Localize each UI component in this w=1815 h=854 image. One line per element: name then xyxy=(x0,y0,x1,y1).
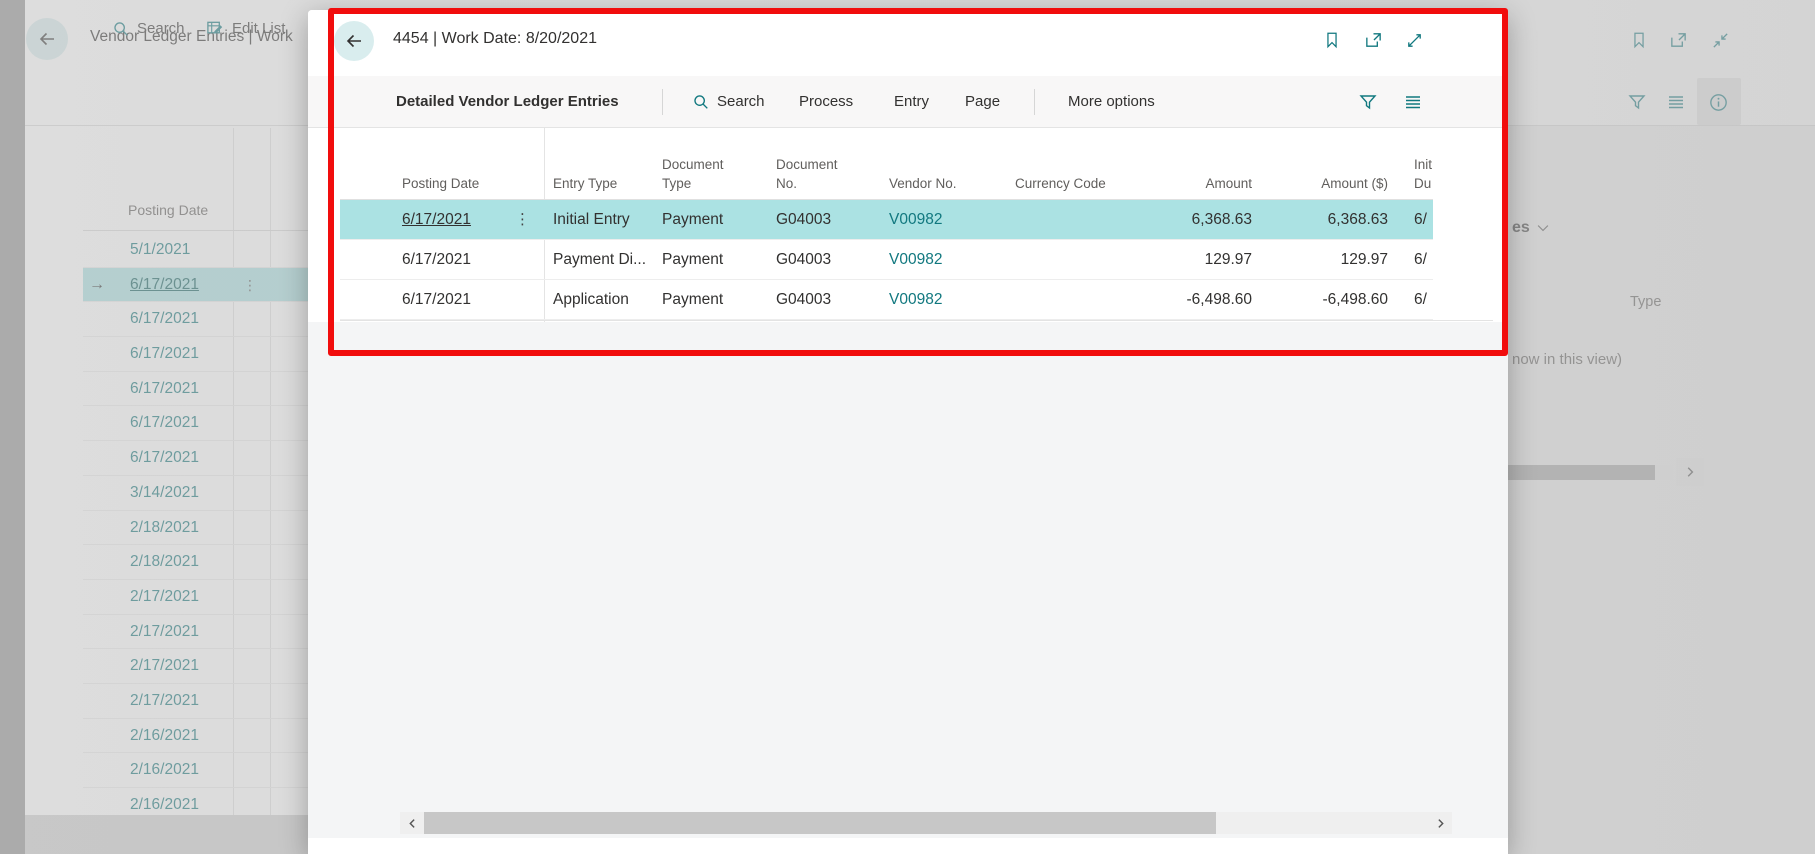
table-row[interactable]: 6/17/2021 Application Payment G04003 V00982 -… xyxy=(308,280,1508,320)
cell-amount: 6,368.63 xyxy=(1191,211,1252,228)
scroll-left-button[interactable] xyxy=(400,812,424,834)
column-header-init-due[interactable]: Init Du xyxy=(1414,128,1441,200)
dialog-empty-area xyxy=(308,322,1508,838)
cell-entry-type: Application xyxy=(553,291,629,308)
open-in-new-window-icon[interactable] xyxy=(1356,23,1390,57)
column-header-vendor-no[interactable]: Vendor No. xyxy=(889,128,999,200)
filter-icon[interactable] xyxy=(1357,91,1379,113)
cell-amount-usd: 129.97 xyxy=(1340,251,1388,268)
cell-vendor-no[interactable]: V00982 xyxy=(889,240,999,280)
divider xyxy=(1034,89,1035,115)
divider xyxy=(662,89,663,115)
table-bottom-border xyxy=(340,320,1493,321)
search-menu[interactable]: Search xyxy=(692,76,765,127)
switch-view-icon[interactable] xyxy=(1402,91,1424,113)
column-header-document-type[interactable]: Document Type xyxy=(662,128,770,200)
column-header-document-no[interactable]: Document No. xyxy=(776,128,884,200)
cell-document-no: G04003 xyxy=(776,251,832,268)
dialog-action-bar: Detailed Vendor Ledger Entries Search Pr… xyxy=(308,76,1508,128)
column-header-amount[interactable]: Amount xyxy=(1122,128,1252,200)
cell-posting-date[interactable]: 6/17/2021 xyxy=(402,280,542,320)
search-icon xyxy=(694,94,708,109)
dialog-caption: Detailed Vendor Ledger Entries xyxy=(396,93,619,110)
cell-entry-type: Initial Entry xyxy=(553,211,630,228)
cell-document-type: Payment xyxy=(662,251,724,268)
chevron-right-icon xyxy=(1437,818,1444,828)
cell-init-due: 6/ xyxy=(1414,211,1427,228)
cell-amount-usd: -6,498.60 xyxy=(1322,291,1389,308)
cell-posting-date[interactable]: 6/17/2021 xyxy=(402,240,542,280)
scroll-right-button[interactable] xyxy=(1428,812,1452,834)
row-ellipsis-icon[interactable]: ⋮ xyxy=(514,200,532,240)
cell-vendor-no[interactable]: V00982 xyxy=(889,200,999,240)
dialog-back-button[interactable] xyxy=(334,21,374,61)
entry-menu[interactable]: Entry xyxy=(894,76,929,127)
cell-entry-type: Payment Di... xyxy=(553,251,647,268)
detailed-vendor-ledger-entries-dialog: 4454 | Work Date: 8/20/2021 Detailed Ven… xyxy=(308,10,1508,854)
process-menu[interactable]: Process xyxy=(799,76,853,127)
expand-icon[interactable] xyxy=(1397,23,1431,57)
cell-vendor-no[interactable]: V00982 xyxy=(889,280,999,320)
table-row[interactable]: 6/17/2021 Initial Entry Payment G04003 V0098… xyxy=(308,200,1508,240)
screen: Vendor Ledger Entries | Work Search Edit… xyxy=(0,0,1815,854)
cell-init-due: 6/ xyxy=(1414,251,1427,268)
cell-amount: 129.97 xyxy=(1204,251,1252,268)
bookmark-icon[interactable] xyxy=(1315,23,1349,57)
hscrollbar-thumb[interactable] xyxy=(424,812,1216,834)
cell-document-no: G04003 xyxy=(776,211,832,228)
column-header-posting-date[interactable]: Posting Date xyxy=(402,128,542,200)
cell-init-due: 6/ xyxy=(1414,291,1427,308)
column-header-entry-type[interactable]: Entry Type xyxy=(553,128,657,200)
dialog-hscrollbar[interactable] xyxy=(400,812,1452,834)
column-header-amount-usd[interactable]: Amount ($) xyxy=(1258,128,1388,200)
back-arrow-icon xyxy=(346,34,361,48)
cell-document-type: Payment xyxy=(662,211,724,228)
dialog-title: 4454 | Work Date: 8/20/2021 xyxy=(393,30,597,47)
cell-document-no: G04003 xyxy=(776,291,832,308)
table-row[interactable]: 6/17/2021 Payment Di... Payment G04003 V0098… xyxy=(308,240,1508,280)
detailed-entries-table: Posting Date Entry Type Document Type Doc… xyxy=(308,128,1508,322)
page-menu[interactable]: Page xyxy=(965,76,1000,127)
more-options-menu[interactable]: More options xyxy=(1068,76,1155,127)
cell-document-type: Payment xyxy=(662,291,724,308)
dialog-footer xyxy=(308,838,1508,854)
chevron-left-icon xyxy=(408,818,415,828)
cell-amount-usd: 6,368.63 xyxy=(1327,211,1388,228)
cell-amount: -6,498.60 xyxy=(1186,291,1253,308)
